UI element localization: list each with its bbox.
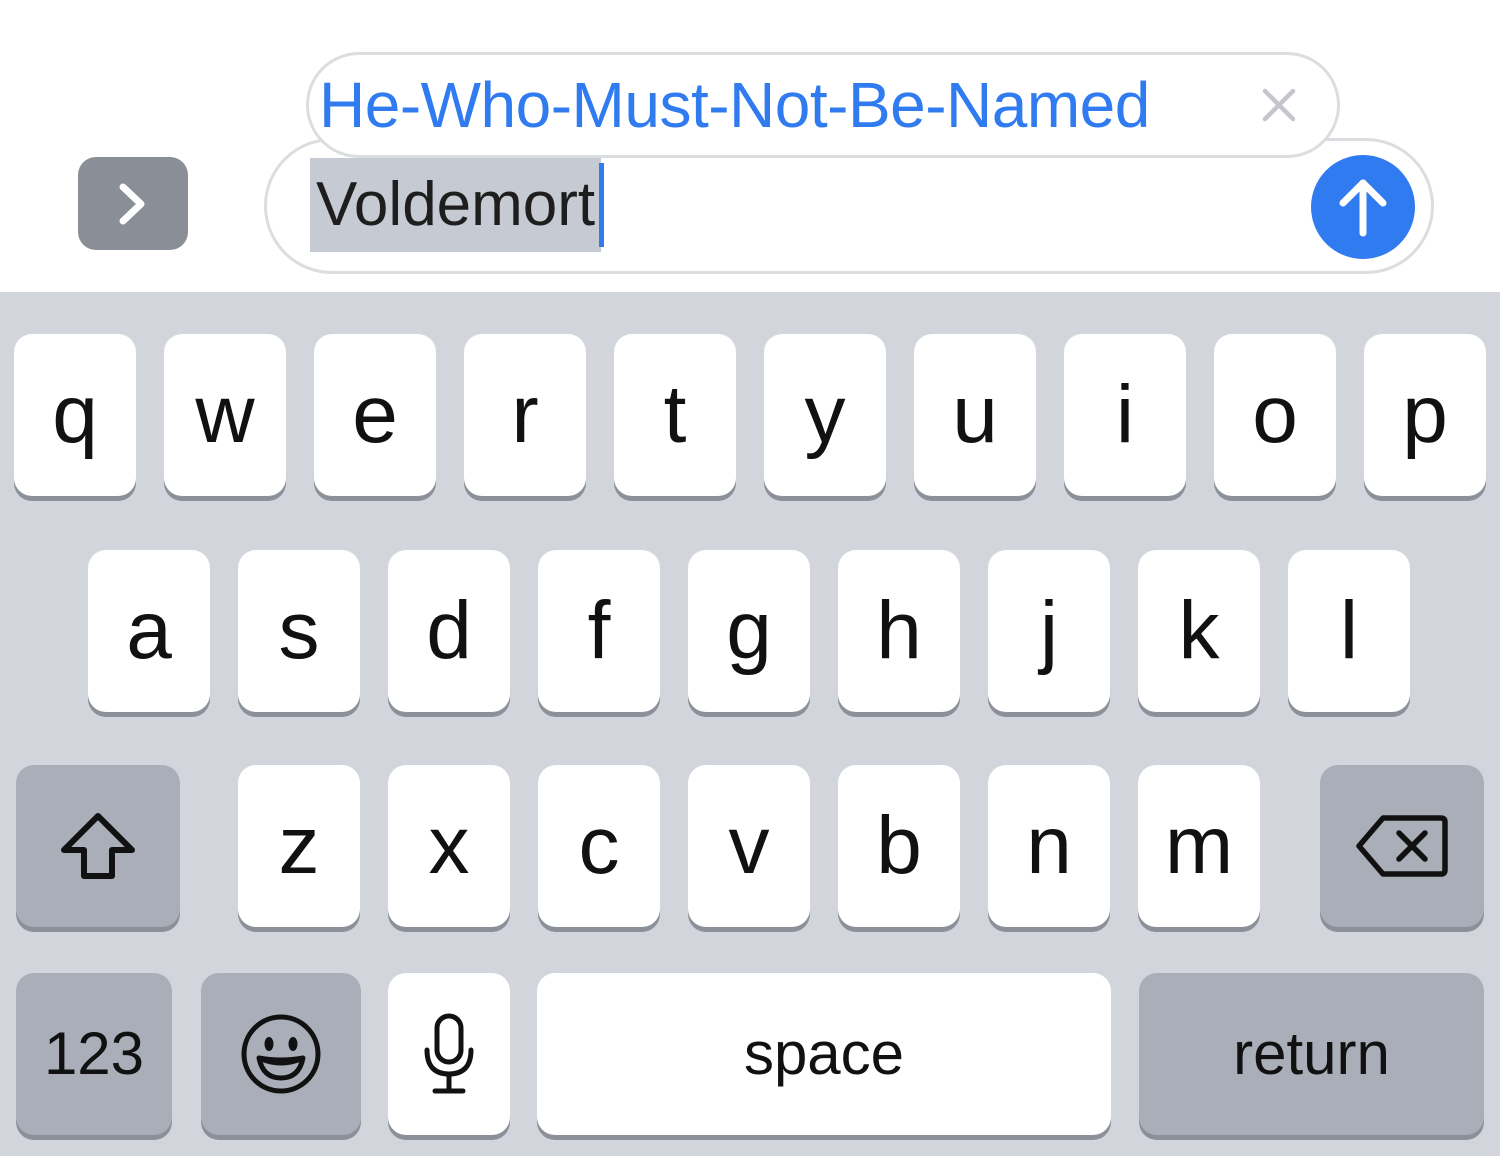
key-label: z <box>278 800 320 891</box>
key-label: y <box>804 369 846 460</box>
key-label: n <box>1026 800 1072 891</box>
key-label: b <box>876 800 922 891</box>
key-l[interactable]: l <box>1288 550 1410 712</box>
key-label: e <box>352 369 398 460</box>
key-b[interactable]: b <box>838 765 960 927</box>
key-label: f <box>587 585 611 676</box>
key-k[interactable]: k <box>1138 550 1260 712</box>
key-label: r <box>511 369 539 460</box>
key-label: l <box>1339 585 1359 676</box>
return-key-label: return <box>1233 1020 1390 1087</box>
key-t[interactable]: t <box>614 334 736 496</box>
key-r[interactable]: r <box>464 334 586 496</box>
numbers-key-label: 123 <box>43 1020 145 1087</box>
key-w[interactable]: w <box>164 334 286 496</box>
key-label: s <box>278 585 320 676</box>
key-a[interactable]: a <box>88 550 210 712</box>
autocorrect-suggestion[interactable]: He-Who-Must-Not-Be-Named <box>306 52 1340 158</box>
key-label: t <box>663 369 687 460</box>
key-q[interactable]: q <box>14 334 136 496</box>
typed-text: Voldemort <box>310 158 602 252</box>
key-label: j <box>1039 585 1059 676</box>
suggestion-text: He-Who-Must-Not-Be-Named <box>319 69 1150 141</box>
key-m[interactable]: m <box>1138 765 1260 927</box>
key-label: a <box>126 585 172 676</box>
close-icon[interactable] <box>1259 85 1299 125</box>
key-d[interactable]: d <box>388 550 510 712</box>
shift-icon <box>61 813 135 879</box>
arrow-up-icon <box>1339 179 1387 237</box>
send-button[interactable] <box>1311 155 1415 259</box>
key-label: o <box>1252 369 1298 460</box>
key-z[interactable]: z <box>238 765 360 927</box>
key-x[interactable]: x <box>388 765 510 927</box>
key-i[interactable]: i <box>1064 334 1186 496</box>
delete-key[interactable] <box>1320 765 1484 927</box>
key-label: c <box>578 800 620 891</box>
key-p[interactable]: p <box>1364 334 1486 496</box>
key-c[interactable]: c <box>538 765 660 927</box>
key-g[interactable]: g <box>688 550 810 712</box>
shift-key[interactable] <box>16 765 180 927</box>
key-o[interactable]: o <box>1214 334 1336 496</box>
key-j[interactable]: j <box>988 550 1110 712</box>
key-label: u <box>952 369 998 460</box>
key-label: w <box>195 369 255 460</box>
key-label: g <box>726 585 772 676</box>
expand-apps-button[interactable] <box>78 157 188 250</box>
key-label: v <box>728 800 770 891</box>
key-label: h <box>876 585 922 676</box>
numbers-key[interactable]: 123 <box>16 973 172 1135</box>
key-y[interactable]: y <box>764 334 886 496</box>
chevron-right-icon <box>119 183 145 224</box>
key-label: m <box>1164 800 1234 891</box>
key-label: x <box>428 800 470 891</box>
key-v[interactable]: v <box>688 765 810 927</box>
key-label: q <box>52 369 98 460</box>
emoji-icon <box>241 1014 321 1094</box>
key-label: k <box>1178 585 1220 676</box>
microphone-icon <box>424 1013 474 1094</box>
emoji-key[interactable] <box>201 973 361 1135</box>
backspace-icon <box>1356 815 1448 877</box>
key-n[interactable]: n <box>988 765 1110 927</box>
key-label: i <box>1115 369 1135 460</box>
key-e[interactable]: e <box>314 334 436 496</box>
compose-bar: He-Who-Must-Not-Be-Named Voldemort <box>0 0 1500 292</box>
key-s[interactable]: s <box>238 550 360 712</box>
key-label: p <box>1402 369 1448 460</box>
key-h[interactable]: h <box>838 550 960 712</box>
space-key[interactable]: space <box>537 973 1111 1135</box>
return-key[interactable]: return <box>1139 973 1484 1135</box>
text-cursor <box>599 163 605 247</box>
dictation-key[interactable] <box>388 973 510 1135</box>
key-f[interactable]: f <box>538 550 660 712</box>
space-key-label: space <box>743 1020 905 1087</box>
keyboard: q w e r t y u i o p a s d f g h j k l z … <box>0 292 1500 1156</box>
key-u[interactable]: u <box>914 334 1036 496</box>
key-label: d <box>426 585 472 676</box>
typed-text-selection[interactable]: Voldemort <box>310 158 605 252</box>
